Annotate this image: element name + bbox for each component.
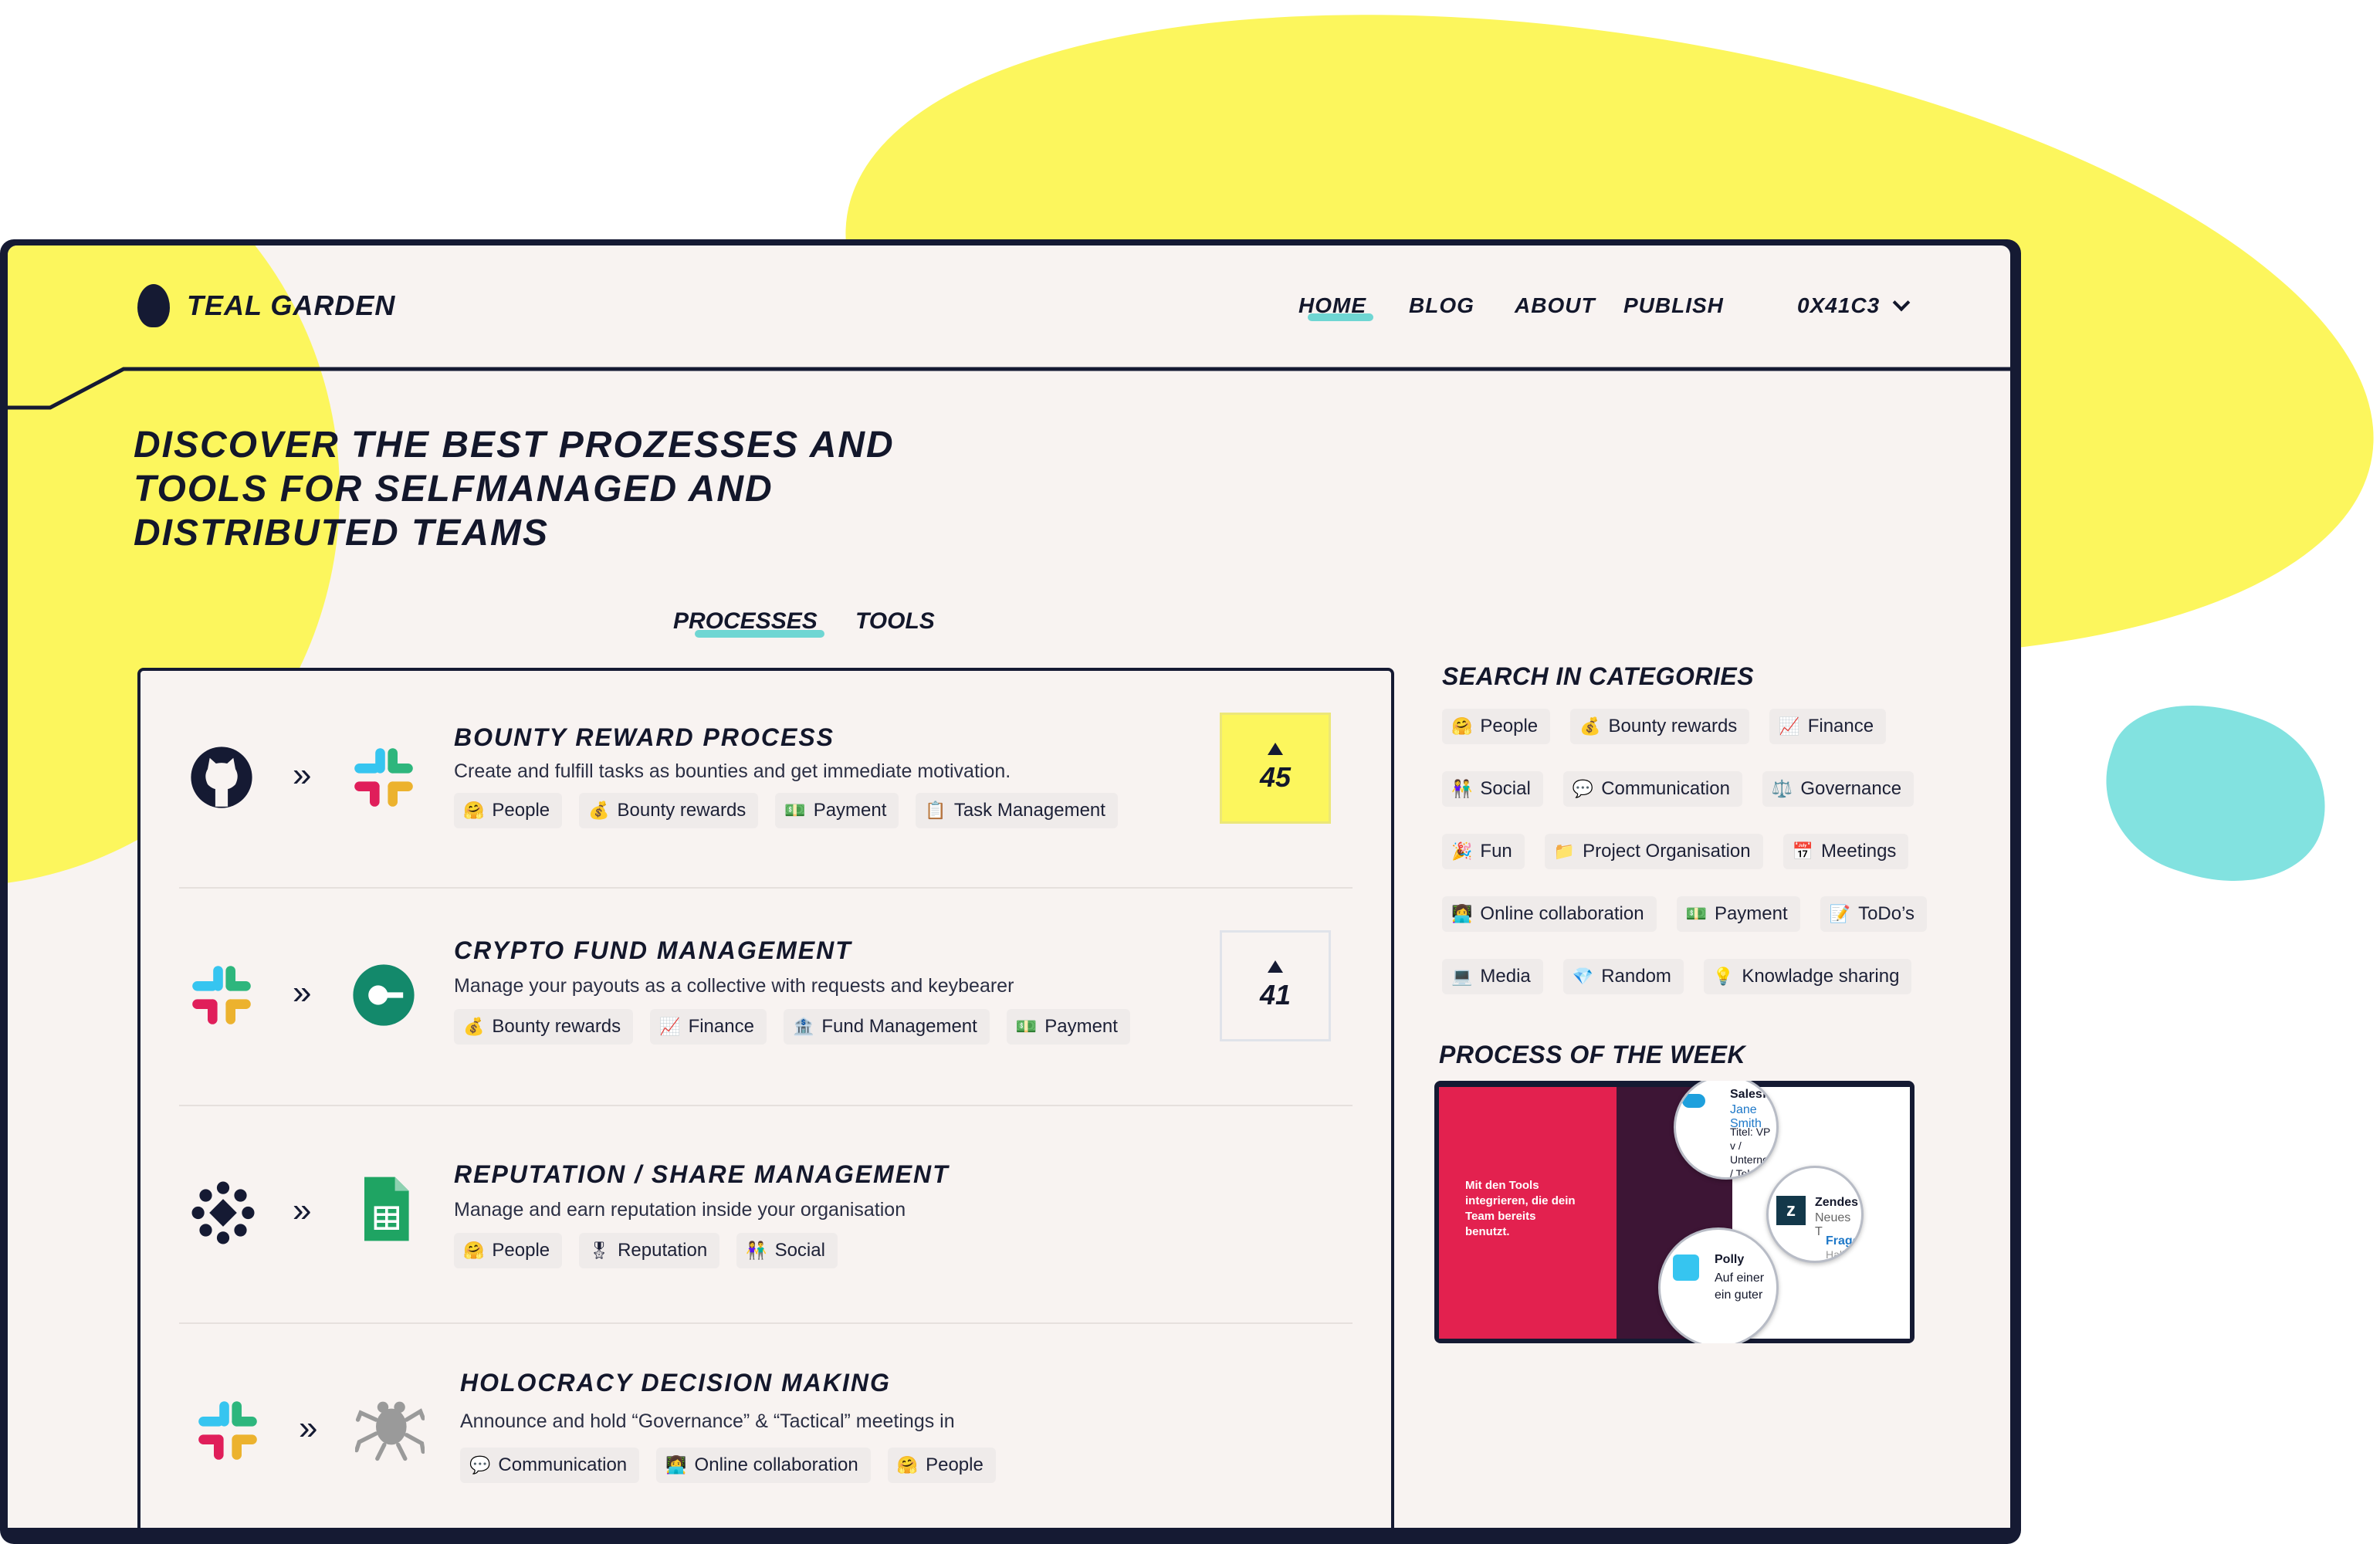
category-chip[interactable]: 📝 ToDo’s — [1820, 896, 1928, 932]
nav-blog[interactable]: BLOG — [1409, 293, 1474, 318]
tag-chip[interactable]: 💰 Bounty rewards — [454, 1009, 634, 1045]
potw-promo: Mit den Tools integrieren, die dein Team… — [1439, 1087, 1617, 1339]
arrow-right-icon: » — [293, 973, 312, 1011]
categories-heading: SEARCH IN CATEGORIES — [1442, 662, 1755, 690]
account-address: 0X41C3 — [1797, 293, 1881, 317]
tag-chip[interactable]: 💰 Bounty rewards — [579, 793, 759, 828]
brand-name: TEAL GARDEN — [187, 290, 396, 321]
category-chip[interactable]: 🎉 Fun — [1442, 834, 1525, 869]
process-card[interactable]: » REPUTATION / SHARE MANAGEMENT Manage a… — [140, 1106, 1391, 1324]
process-card[interactable]: » HOLOCRACY DECISION MAKING Announce and… — [140, 1324, 1391, 1528]
salesforce-bubble: Salesforce Jane Smith Titel: VP v / Unte… — [1674, 1081, 1779, 1180]
process-list: » BOUNTY REWARD PROCESS Create and fulfi… — [137, 668, 1394, 1528]
upvote-arrow-icon — [1268, 743, 1283, 755]
process-description: Manage your payouts as a collective with… — [454, 975, 1014, 997]
tag-chip[interactable]: 💵 Payment — [1006, 1009, 1130, 1045]
app-window: TEAL GARDEN HOME BLOG ABOUT PUBLISH 0X41… — [8, 245, 2010, 1528]
tag-chip[interactable]: 🤗 People — [454, 793, 563, 828]
category-chip[interactable]: 💡 Knowladge sharing — [1703, 959, 1912, 994]
tab-processes[interactable]: PROCESSES — [673, 608, 824, 638]
category-list: 🤗 People 💰 Bounty rewards 📈 Finance 👫 Social… — [1442, 709, 1982, 1021]
category-chip[interactable]: 👫 Social — [1442, 771, 1543, 807]
tag-chip[interactable]: 🤗 People — [887, 1448, 996, 1483]
tag-chip[interactable]: 💬 Communication — [460, 1448, 640, 1483]
process-card[interactable]: » BOUNTY REWARD PROCESS Create and fulfi… — [140, 671, 1391, 889]
process-card[interactable]: » CRYPTO FUND MANAGEMENT Manage your pay… — [140, 889, 1391, 1106]
process-title[interactable]: HOLOCRACY DECISION MAKING — [460, 1369, 891, 1397]
tag-chip[interactable]: 🎖 Reputation — [579, 1233, 720, 1268]
slack-icon — [198, 1401, 257, 1460]
category-chip[interactable]: 👩‍💻 Online collaboration — [1442, 896, 1657, 932]
github-icon — [191, 747, 252, 808]
category-chip[interactable]: 💎 Random — [1562, 959, 1684, 994]
vote-count: 41 — [1259, 979, 1292, 1011]
upvote-arrow-icon — [1268, 960, 1283, 973]
category-chip[interactable]: 💵 Payment — [1676, 896, 1800, 932]
upvote-button[interactable]: 41 — [1220, 930, 1331, 1041]
category-chip[interactable]: 💰 Bounty rewards — [1570, 709, 1750, 744]
page-title: DISCOVER THE BEST PROZESSES AND TOOLS FO… — [134, 425, 895, 554]
tag-chip[interactable]: 🤗 People — [454, 1233, 563, 1268]
vote-count: 45 — [1259, 761, 1292, 793]
category-chip[interactable]: 📈 Finance — [1769, 709, 1887, 744]
process-title[interactable]: CRYPTO FUND MANAGEMENT — [454, 936, 852, 965]
brand-logo[interactable]: TEAL GARDEN — [137, 284, 395, 327]
category-chip[interactable]: 💻 Media — [1442, 959, 1543, 994]
upvote-button[interactable]: 45 — [1220, 713, 1331, 824]
process-title[interactable]: REPUTATION / SHARE MANAGEMENT — [454, 1160, 950, 1189]
nav-about[interactable]: ABOUT — [1515, 293, 1596, 318]
category-chip[interactable]: 💬 Communication — [1562, 771, 1742, 807]
arrow-right-icon: » — [293, 756, 312, 794]
dots-network-icon — [191, 1181, 255, 1244]
slack-icon — [192, 966, 251, 1024]
nav-publish[interactable]: PUBLISH — [1623, 293, 1724, 318]
tag-chip[interactable]: 👩‍💻 Online collaboration — [656, 1448, 871, 1483]
category-chip[interactable]: ⚖️ Governance — [1762, 771, 1914, 807]
process-description: Announce and hold “Governance” & “Tactic… — [460, 1410, 955, 1432]
zendesk-icon: z — [1776, 1196, 1806, 1225]
zendesk-bubble: z Zendes Neues T Frage Hallo — [1766, 1166, 1864, 1263]
polly-bubble: Polly Auf einer ein guter — [1658, 1227, 1779, 1343]
polly-icon — [1673, 1254, 1699, 1281]
account-menu[interactable]: 0X41C3 — [1797, 293, 1911, 318]
arrow-right-icon: » — [293, 1191, 312, 1229]
arrow-right-icon: » — [299, 1409, 318, 1447]
process-description: Manage and earn reputation inside your o… — [454, 1199, 906, 1221]
tag-chip[interactable]: 💵 Payment — [775, 793, 899, 828]
tag-chip[interactable]: 👫 Social — [736, 1233, 838, 1268]
category-chip[interactable]: 📅 Meetings — [1782, 834, 1909, 869]
slack-icon — [354, 748, 413, 807]
process-of-the-week-image[interactable]: Mit den Tools integrieren, die dein Team… — [1434, 1081, 1914, 1343]
keybearer-icon — [353, 964, 415, 1026]
teal-garden-logo-icon — [137, 284, 170, 327]
tag-chip[interactable]: 📋 Task Management — [916, 793, 1118, 828]
tag-chip[interactable]: 📈 Finance — [650, 1009, 767, 1045]
nav-home[interactable]: HOME — [1298, 293, 1373, 321]
background-blob-teal — [2083, 678, 2348, 909]
potw-heading: PROCESS OF THE WEEK — [1439, 1041, 1746, 1068]
category-chip[interactable]: 📁 Project Organisation — [1544, 834, 1763, 869]
process-title[interactable]: BOUNTY REWARD PROCESS — [454, 723, 835, 752]
tab-tools[interactable]: TOOLS — [855, 608, 935, 635]
salesforce-cloud-icon — [1682, 1094, 1705, 1108]
tag-chip[interactable]: 🏦 Fund Management — [783, 1009, 990, 1045]
category-chip[interactable]: 🤗 People — [1442, 709, 1551, 744]
google-sheets-icon — [364, 1177, 409, 1241]
process-description: Create and fulfill tasks as bounties and… — [454, 760, 1011, 782]
frog-icon — [355, 1401, 425, 1461]
chevron-down-icon — [1892, 293, 1911, 312]
